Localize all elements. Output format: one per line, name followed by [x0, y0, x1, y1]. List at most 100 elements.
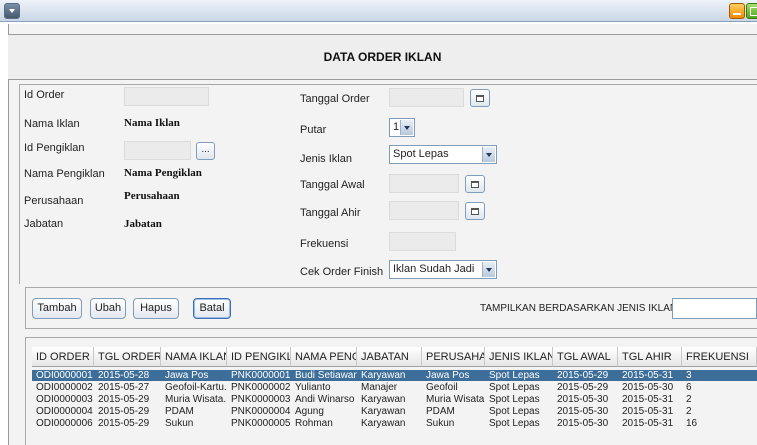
table-row[interactable]: ODI0000001 2015-05-28 Jawa Pos PNK0000001 Bu…: [32, 370, 757, 381]
batal-button[interactable]: Batal: [193, 298, 231, 319]
id-pengiklan-label: Id Pengiklan: [24, 142, 85, 154]
tanggal-order-label: Tanggal Order: [300, 93, 370, 105]
hapus-button[interactable]: Hapus: [133, 298, 179, 319]
table-cell: Andi Winarso: [295, 394, 355, 405]
cek-order-select[interactable]: Iklan Sudah Jadi: [389, 260, 497, 279]
table-cell: Geofoil-Kartu...: [165, 382, 227, 393]
table-cell: Jawa Pos: [165, 370, 209, 381]
table-cell: Yulianto: [295, 382, 331, 393]
table-cell: PNK0000003: [231, 394, 291, 405]
table-cell: 2015-05-31: [622, 394, 674, 405]
table-cell: Jawa Pos: [426, 370, 470, 381]
form-panel: [19, 84, 757, 284]
column-header[interactable]: TGL AHIR: [618, 347, 682, 367]
jabatan-label: Jabatan: [24, 218, 64, 230]
table-cell: Geofoil: [426, 382, 458, 393]
column-header[interactable]: PERUSAHAAN: [422, 347, 485, 367]
id-order-field[interactable]: [124, 87, 209, 106]
table-cell: PNK0000002: [231, 382, 291, 393]
ubah-button[interactable]: Ubah: [90, 298, 126, 319]
cek-order-label: Cek Order Finish: [300, 266, 384, 278]
table-cell: Karyawan: [361, 370, 406, 381]
table-cell: PDAM: [426, 406, 455, 417]
table-cell: ODI0000006: [36, 418, 93, 429]
table-cell: Sukun: [426, 418, 455, 429]
tanggal-ahir-label: Tanggal Ahir: [300, 207, 361, 219]
table-cell: ODI0000002: [36, 382, 93, 393]
column-header[interactable]: JENIS IKLAN: [485, 347, 553, 367]
calendar-icon: [476, 95, 484, 102]
chevron-down-icon: [400, 120, 413, 135]
perusahaan-label: Perusahaan: [24, 195, 84, 207]
table-cell: 2015-05-29: [557, 370, 609, 381]
table-row[interactable]: ODI0000004 2015-05-29 PDAM PNK0000004 Agung K…: [32, 406, 757, 417]
chevron-down-icon: [482, 262, 495, 277]
perusahaan-value: Perusahaan: [124, 190, 180, 202]
table-cell: Sukun: [165, 418, 194, 429]
table-cell: 2015-05-31: [622, 418, 674, 429]
tanggal-order-field[interactable]: [389, 88, 464, 107]
jenis-iklan-select[interactable]: Spot Lepas: [389, 145, 497, 164]
putar-label: Putar: [300, 124, 327, 136]
column-header[interactable]: NAMA IKLAN: [161, 347, 227, 367]
table-cell: 6: [686, 382, 692, 393]
table-cell: Spot Lepas: [489, 370, 540, 381]
frekuensi-field[interactable]: [389, 232, 456, 251]
column-header[interactable]: JABATAN: [357, 347, 422, 367]
table-cell: 2015-05-31: [622, 370, 674, 381]
nama-iklan-value: Nama Iklan: [124, 117, 180, 129]
table-cell: 2015-05-30: [557, 394, 609, 405]
table-cell: Budi Setiawan: [295, 370, 357, 381]
table-cell: 2015-05-30: [557, 406, 609, 417]
tanggal-ahir-field[interactable]: [389, 201, 459, 220]
table-cell: 2: [686, 406, 692, 417]
column-header[interactable]: ID ORDER: [32, 347, 94, 367]
table-cell: PNK0000004: [231, 406, 291, 417]
table-cell: 2015-05-28: [98, 370, 150, 381]
table-row[interactable]: ODI0000006 2015-05-29 Sukun PNK0000005 Rohma…: [32, 418, 757, 429]
tanggal-order-calendar-button[interactable]: [470, 89, 490, 107]
table-cell: PNK0000005: [231, 418, 291, 429]
table-cell: 16: [686, 418, 698, 429]
column-header[interactable]: TGL ORDER: [94, 347, 161, 367]
table-cell: Rohman: [295, 418, 333, 429]
tanggal-ahir-calendar-button[interactable]: [465, 202, 485, 220]
page-title: DATA ORDER IKLAN: [323, 50, 442, 64]
calendar-icon: [471, 181, 479, 188]
tanggal-awal-field[interactable]: [389, 174, 459, 193]
table-cell: Muria Wisata: [426, 394, 485, 405]
nama-iklan-label: Nama Iklan: [24, 118, 80, 130]
tambah-button[interactable]: Tambah: [32, 298, 82, 319]
minimize-icon[interactable]: [729, 3, 745, 19]
maximize-icon[interactable]: [746, 3, 757, 19]
table-cell: 2015-05-30: [557, 418, 609, 429]
column-header[interactable]: TGL AWAL: [553, 347, 618, 367]
putar-select[interactable]: 1: [389, 118, 415, 137]
id-pengiklan-field[interactable]: [124, 141, 191, 160]
browse-pengiklan-button[interactable]: ...: [196, 142, 215, 160]
table-cell: 2015-05-29: [557, 382, 609, 393]
window-titlebar: [0, 0, 757, 22]
chevron-down-icon: [482, 147, 495, 162]
table-row[interactable]: ODI0000003 2015-05-29 Muria Wisata... PNK00…: [32, 394, 757, 405]
table-cell: ODI0000003: [36, 394, 93, 405]
frekuensi-label: Frekuensi: [300, 238, 349, 250]
table-cell: Muria Wisata...: [165, 394, 227, 405]
jenis-iklan-filter-input[interactable]: [672, 298, 757, 319]
table-cell: Spot Lepas: [489, 394, 540, 405]
table-cell: Karyawan: [361, 406, 406, 417]
jenis-iklan-label: Jenis Iklan: [300, 153, 352, 165]
table-cell: Agung: [295, 406, 324, 417]
table-cell: 2015-05-29: [98, 406, 150, 417]
table-row[interactable]: ODI0000002 2015-05-27 Geofoil-Kartu... PNK0…: [32, 382, 757, 393]
column-header[interactable]: ID PENGIKL...: [227, 347, 291, 367]
table-cell: 2015-05-31: [622, 406, 674, 417]
column-header[interactable]: FREKUENSI: [682, 347, 757, 367]
tanggal-awal-calendar-button[interactable]: [465, 175, 485, 193]
window-menu-icon[interactable]: [4, 3, 20, 19]
table-cell: 3: [686, 370, 692, 381]
column-header[interactable]: NAMA PENGI...: [291, 347, 357, 367]
table-cell: Manajer: [361, 382, 398, 393]
nama-pengiklan-value: Nama Pengiklan: [124, 167, 202, 179]
table-cell: 2015-05-29: [98, 394, 150, 405]
